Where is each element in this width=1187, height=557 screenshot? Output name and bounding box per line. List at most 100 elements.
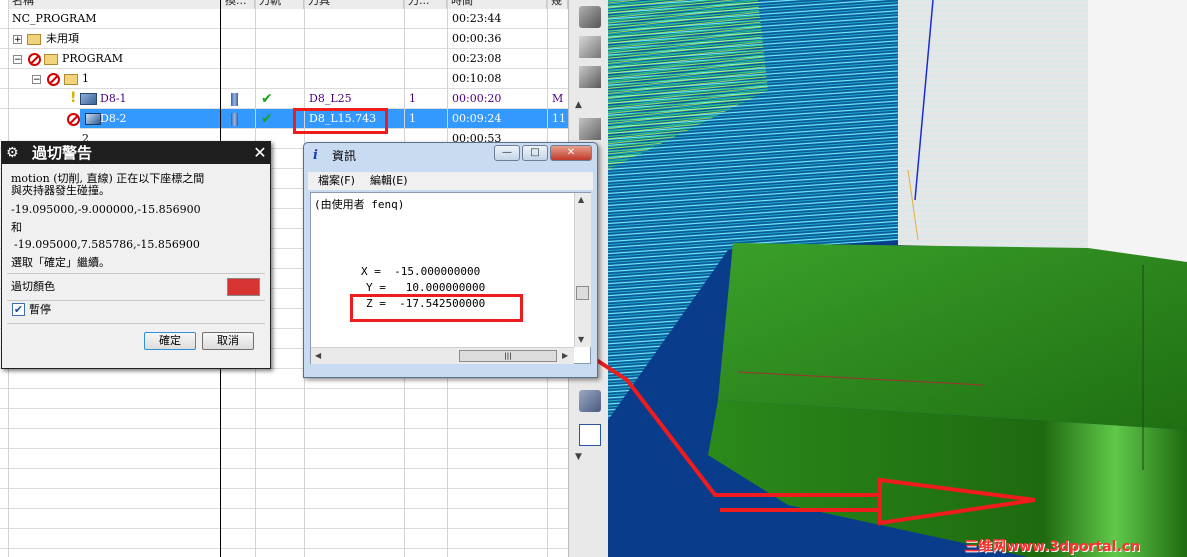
folder-icon <box>64 74 78 85</box>
menu-edit[interactable]: 編輯(E) <box>370 174 408 188</box>
warning-message-line2: 與夾持器發生碰撞。 <box>11 184 110 197</box>
row-name: 未用項 <box>46 32 79 45</box>
cancel-button[interactable]: 取消 <box>202 332 254 350</box>
not-generated-icon <box>67 113 80 126</box>
divider <box>7 273 265 274</box>
overcut-warning-dialog: ⚙ 過切警告 ✕ motion (切削, 直線) 正在以下座標之間 與夾持器發生… <box>1 141 271 369</box>
operation-navigator-icon[interactable] <box>579 118 601 140</box>
empty-row <box>0 509 568 529</box>
row-time: 00:23:08 <box>452 52 502 65</box>
row-name: 1 <box>82 72 89 85</box>
tree-row-nc-program[interactable]: NC_PROGRAM 00:23:44 <box>0 9 568 29</box>
row-time: 00:10:08 <box>452 72 502 85</box>
window-title: 資訊 <box>332 149 357 163</box>
pause-label: 暫停 <box>29 303 51 316</box>
maximize-icon[interactable]: □ <box>522 145 548 161</box>
info-header-line: (由使用者 fenq) <box>314 198 405 211</box>
overcut-color-label: 過切顏色 <box>11 280 55 293</box>
collapse-minus-icon[interactable]: − <box>32 75 41 85</box>
info-window: i 資訊 — □ ✕ 檔案(F) 編輯(E) (由使用者 fenq) X = -… <box>303 142 598 378</box>
tree-row-program[interactable]: − PROGRAM 00:23:08 <box>0 49 568 69</box>
info-x-value: X = -15.000000000 <box>361 265 481 278</box>
tree-row-unused[interactable]: + 未用項 00:00:36 <box>0 29 568 49</box>
scroll-right-icon[interactable]: ▶ <box>562 351 568 360</box>
column-header-tool-number[interactable]: 刀... <box>404 0 447 9</box>
tool-change-icon <box>231 93 238 106</box>
scroll-up-icon[interactable]: ▲ <box>578 195 584 204</box>
coordinate-end: -19.095000,7.585786,-15.856900 <box>14 238 200 251</box>
assembly-navigator-icon[interactable] <box>579 66 601 88</box>
part-navigator-icon[interactable] <box>579 36 601 58</box>
close-icon[interactable]: ✕ <box>251 143 269 162</box>
tree-row-d8-1[interactable]: ! D8-1 ✔ D8_L25 1 00:00:20 M <box>0 89 568 109</box>
row-tool: D8_L25 <box>309 92 352 105</box>
column-header-name[interactable]: 名稱 <box>8 0 221 9</box>
coordinate-start: -19.095000,-9.000000,-15.856900 <box>11 203 201 216</box>
folder-icon <box>27 34 41 45</box>
not-generated-icon <box>47 73 60 86</box>
row-tool-number: 1 <box>409 92 416 105</box>
mill-operation-icon <box>80 93 97 105</box>
row-time: 00:09:24 <box>452 112 502 125</box>
scroll-left-icon[interactable]: ◀ <box>315 351 321 360</box>
menu-bar: 檔案(F) 編輯(E) <box>308 172 593 190</box>
collapse-minus-icon[interactable]: − <box>13 55 22 65</box>
row-name: D8-2 <box>100 112 127 125</box>
tool-highlight-box <box>293 108 388 134</box>
tree-row-group-1[interactable]: − 1 00:10:08 <box>0 69 568 89</box>
column-header-time[interactable]: 時間 <box>447 0 547 9</box>
ok-button[interactable]: 確定 <box>144 332 196 350</box>
vertical-scrollbar[interactable]: ▲ ▼ <box>574 193 591 347</box>
info-text-area[interactable]: (由使用者 fenq) X = -15.000000000 Y = 10.000… <box>310 192 591 364</box>
toolpath-ok-icon: ✔ <box>261 91 273 107</box>
empty-row <box>0 389 568 409</box>
scroll-down-icon[interactable]: ▼ <box>578 335 584 344</box>
info-y-value: Y = 10.000000000 <box>366 281 486 294</box>
watermark: 三维网www.3dportal.cn <box>964 539 1141 555</box>
scroll-thumb[interactable] <box>576 286 589 300</box>
dialog-title: 過切警告 <box>32 144 93 162</box>
warning-exclamation-icon: ! <box>70 90 77 106</box>
info-icon: i <box>313 148 318 163</box>
menu-file[interactable]: 檔案(F) <box>318 174 355 188</box>
overcut-color-swatch[interactable] <box>227 278 260 296</box>
minimize-icon[interactable]: — <box>494 145 520 161</box>
empty-row <box>0 429 568 449</box>
toolpath-ok-icon: ✔ <box>261 111 273 127</box>
row-time: 00:23:44 <box>452 12 502 25</box>
close-icon[interactable]: ✕ <box>550 145 592 161</box>
continue-instruction: 選取「確定」繼續。 <box>11 256 110 269</box>
mill-operation-icon <box>85 113 101 125</box>
column-header-toolpath[interactable]: 刀軌 <box>255 0 304 9</box>
empty-row <box>0 529 568 549</box>
folder-icon <box>44 54 58 65</box>
pause-checkbox[interactable]: ✔ <box>12 303 25 316</box>
row-name: NC_PROGRAM <box>12 12 97 25</box>
row-name: PROGRAM <box>62 52 123 65</box>
column-header-tool-change[interactable]: 換... <box>221 0 255 9</box>
row-geometry: M <box>552 92 564 105</box>
z-value-highlight-box <box>350 294 523 322</box>
and-label: 和 <box>11 221 22 234</box>
divider <box>7 300 265 301</box>
row-name: D8-1 <box>100 92 127 105</box>
empty-row <box>0 469 568 489</box>
dialog-titlebar[interactable]: ⚙ 過切警告 ✕ <box>2 142 270 164</box>
horizontal-scrollbar[interactable]: ◀ ||| ▶ <box>311 347 574 364</box>
gear-icon[interactable]: ⚙ <box>6 145 19 161</box>
expand-plus-icon[interactable]: + <box>13 35 22 45</box>
empty-row <box>0 489 568 509</box>
row-tool-number: 1 <box>409 112 416 125</box>
tool-change-icon <box>231 113 238 126</box>
empty-row <box>0 409 568 429</box>
scroll-up-icon[interactable]: ▲ <box>575 100 582 110</box>
column-header-geometry[interactable]: 幾 <box>547 0 568 9</box>
machine-tool-icon[interactable] <box>579 6 601 28</box>
scroll-thumb[interactable]: ||| <box>459 350 557 362</box>
row-time: 00:00:20 <box>452 92 502 105</box>
empty-row <box>0 449 568 469</box>
column-header-tool[interactable]: 刀具 <box>304 0 404 9</box>
divider <box>7 323 265 324</box>
row-geometry: 11 <box>552 112 566 125</box>
not-generated-icon <box>28 53 41 66</box>
